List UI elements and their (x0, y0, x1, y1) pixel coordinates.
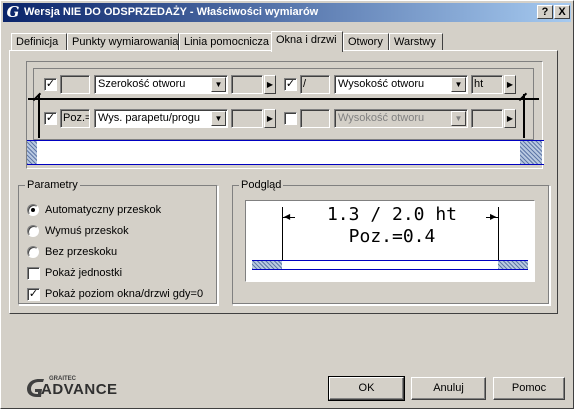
app-logo-icon: G (6, 3, 20, 21)
chevron-down-icon[interactable]: ▼ (451, 111, 466, 126)
radio-wymus-przeskok[interactable] (27, 225, 39, 237)
radio-bez-label: Bez przeskoku (45, 246, 118, 258)
preview-arrow-right-icon: ▶ (490, 212, 497, 221)
row1-right-checkbox[interactable]: ✓ (284, 78, 297, 91)
parametry-group: Parametry Automatyczny przeskok Wymuś pr… (18, 179, 218, 305)
row1-right-prefix-field[interactable]: / (300, 75, 330, 94)
checkbox-pokaz-poziom-label: Pokaż poziom okna/drzwi gdy=0 (45, 288, 204, 300)
dimension-line (28, 98, 539, 100)
tab-punkty-wymiarowania[interactable]: Punkty wymiarowania (67, 33, 179, 51)
checkbox-pokaz-jednostki[interactable] (27, 267, 40, 280)
radio-wymus-label: Wymuś przeskok (45, 225, 129, 237)
row2-left-combo[interactable]: Wys. parapetu/progu ▼ (94, 109, 228, 128)
chevron-down-icon[interactable]: ▼ (211, 77, 226, 92)
row1-left-checkbox[interactable]: ✓ (44, 78, 57, 91)
tab-panel-okna-i-drzwi: ✓ Szerokość otworu ▼ ▶ ✓ / Wysokość otwo… (9, 50, 558, 314)
dimension-tick-right (518, 92, 532, 106)
row2-right-checkbox[interactable] (284, 112, 297, 125)
row1-right-arrow-button[interactable]: ▶ (504, 75, 516, 94)
window-title: Wersja NIE DO ODSPRZEDAŻY - Właściwości … (24, 6, 319, 18)
tab-definicja[interactable]: Definicja (11, 33, 67, 51)
row1-left-combo-value: Szerokość otworu (98, 78, 186, 90)
preview-extension-left (282, 207, 283, 261)
row2-right-prefix-field[interactable] (300, 109, 330, 128)
ok-button[interactable]: OK (328, 376, 405, 401)
tab-warstwy[interactable]: Warstwy (389, 33, 443, 51)
wall-hatch-left (27, 141, 37, 164)
radio-bez-przeskoku[interactable] (27, 246, 39, 258)
row2-left-prefix-field[interactable]: Poz.= (60, 109, 90, 128)
row1-right-combo[interactable]: Wysokość otworu ▼ (334, 75, 468, 94)
row1-left-arrow-button[interactable]: ▶ (264, 75, 276, 94)
row1-left-combo[interactable]: Szerokość otworu ▼ (94, 75, 228, 94)
checkbox-pokaz-poziom[interactable]: ✓ (27, 288, 40, 301)
tab-okna-i-drzwi[interactable]: Okna i drzwi (271, 31, 343, 52)
podglad-preview: ◀ ▶ 1.3 / 2.0 ht Poz.=0.4 (245, 200, 535, 282)
row2-right-combo-value: Wysokość otworu (338, 112, 425, 124)
row1-left-suffix-field[interactable] (231, 75, 263, 94)
radio-automatyczny-przeskok[interactable] (27, 204, 39, 216)
graitec-advance-logo: GRAITEC ADVANCE (25, 375, 121, 399)
row2-right-arrow-button[interactable]: ▶ (504, 109, 516, 128)
row2-left-combo-value: Wys. parapetu/progu (98, 112, 201, 124)
row2-left-suffix-field[interactable] (231, 109, 263, 128)
help-title-button[interactable]: ? (537, 5, 553, 19)
dimension-tick-left (32, 92, 46, 106)
preview-extension-right (498, 207, 499, 261)
dimension-editor-rows: ✓ Szerokość otworu ▼ ▶ ✓ / Wysokość otwo… (28, 68, 539, 140)
row1-right-suffix-field[interactable]: ht (471, 75, 503, 94)
preview-wall-line (252, 260, 528, 270)
tab-otwory[interactable]: Otwory (343, 33, 389, 51)
radio-automatyczny-label: Automatyczny przeskok (45, 204, 162, 216)
chevron-down-icon[interactable]: ▼ (211, 111, 226, 126)
close-title-button[interactable]: X (554, 5, 570, 19)
preview-dimension-text-line1: 1.3 / 2.0 ht (326, 204, 458, 225)
podglad-group: Podgląd ◀ ▶ 1.3 / 2.0 ht Poz.=0.4 (232, 179, 550, 305)
title-bar[interactable]: G Wersja NIE DO ODSPRZEDAŻY - Właściwośc… (3, 3, 571, 22)
chevron-down-icon[interactable]: ▼ (451, 77, 466, 92)
row1-right-combo-value: Wysokość otworu (338, 78, 425, 90)
tab-linia-pomocnicza[interactable]: Linia pomocnicza (179, 33, 273, 51)
row2-left-arrow-button[interactable]: ▶ (264, 109, 276, 128)
row2-right-combo[interactable]: Wysokość otworu ▼ (334, 109, 468, 128)
dialog-window: G Wersja NIE DO ODSPRZEDAŻY - Właściwośc… (0, 0, 574, 409)
dimension-editor: ✓ Szerokość otworu ▼ ▶ ✓ / Wysokość otwo… (26, 61, 544, 169)
wall-hatch-right (520, 141, 542, 164)
cancel-button[interactable]: Anuluj (411, 377, 486, 400)
row1-left-prefix-field[interactable] (60, 75, 90, 94)
podglad-group-label: Podgląd (239, 179, 284, 191)
preview-wall-hatch-left (252, 261, 282, 269)
logo-brand: ADVANCE (41, 381, 118, 398)
wall-opening-strip (27, 140, 544, 165)
row2-left-checkbox[interactable]: ✓ (44, 112, 57, 125)
parametry-group-label: Parametry (25, 179, 80, 191)
row2-right-suffix-field[interactable] (471, 109, 503, 128)
help-button[interactable]: Pomoc (493, 377, 565, 400)
preview-wall-hatch-right (498, 261, 528, 269)
preview-arrow-left-icon: ◀ (284, 212, 291, 221)
checkbox-pokaz-jednostki-label: Pokaż jednostki (45, 267, 123, 279)
preview-dimension-text-line2: Poz.=0.4 (348, 226, 436, 247)
